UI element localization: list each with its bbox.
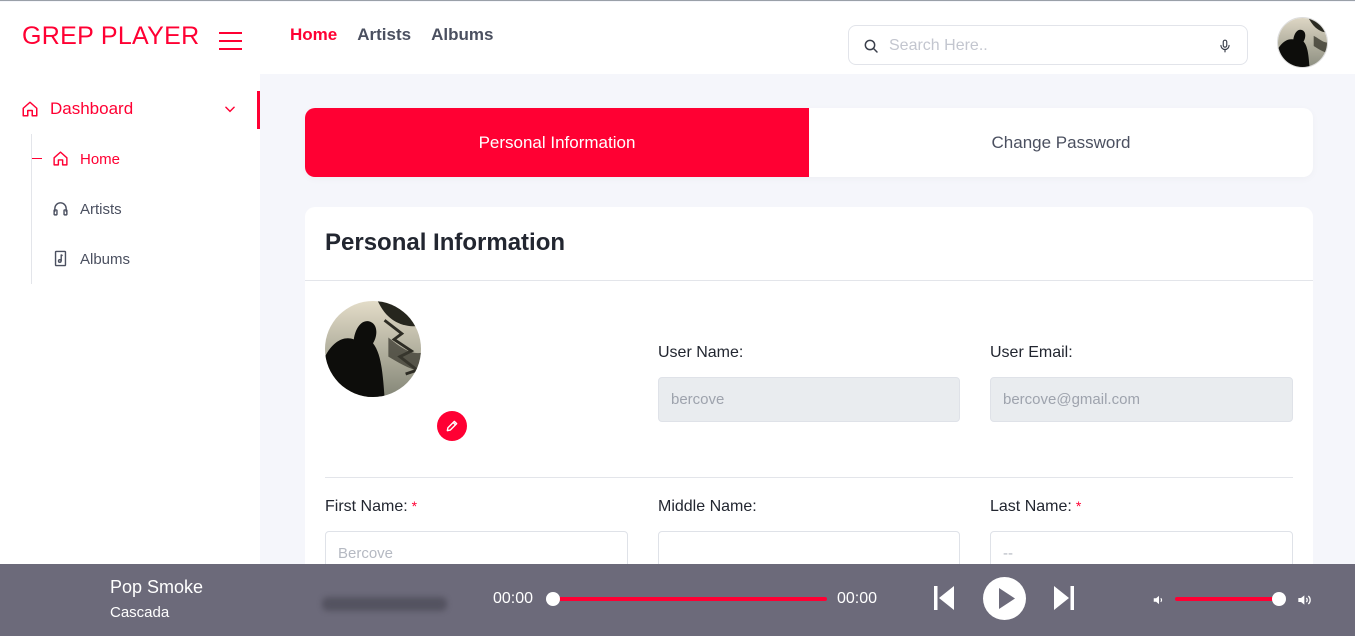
skip-previous-icon[interactable] [933,584,955,612]
sidebar-item-label: Home [80,151,121,168]
active-indicator [257,91,260,129]
hamburger-line [219,32,242,34]
nav-link-artists[interactable]: Artists [357,25,411,45]
user-email-label: User Email: [990,344,1073,361]
edit-avatar-button[interactable] [437,411,467,441]
track-title: Pop Smoke [110,577,204,597]
nav-link-home[interactable]: Home [290,25,337,45]
volume-high-icon[interactable] [1297,592,1313,608]
play-button[interactable] [983,577,1026,620]
sidebar-item-artists[interactable]: Artists [40,194,240,224]
tab-personal-information[interactable]: Personal Information [305,108,809,177]
music-file-icon [54,250,67,267]
menu-toggle-button[interactable] [219,32,242,50]
user-email-field [990,377,1293,422]
divider [305,280,1313,281]
progress-handle[interactable] [546,592,560,606]
tab-change-password[interactable]: Change Password [809,108,1313,177]
sidebar-item-albums[interactable]: Albums [40,244,240,274]
last-name-label: Last Name: * [990,498,1082,515]
user-name-field [658,377,960,422]
play-icon [999,588,1015,609]
card-title: Personal Information [325,229,566,256]
progress-bar[interactable] [553,597,827,601]
sidebar-item-label: Dashboard [50,99,134,118]
track-artist: Cascada [110,604,170,621]
nav-link-albums[interactable]: Albums [431,25,493,45]
hamburger-line [219,48,242,50]
divider [325,477,1293,478]
search-box [848,25,1248,65]
home-icon [53,151,68,166]
search-input[interactable] [889,34,1199,58]
sidebar: GREP PLAYER Dashboard Home Artists Album… [0,2,260,636]
volume-handle[interactable] [1272,592,1286,606]
home-icon [22,101,38,117]
top-bar: Home Artists Albums [260,2,1355,74]
required-marker: * [1075,498,1082,514]
volume-slider[interactable] [1175,597,1279,601]
user-avatar[interactable] [1277,17,1328,68]
profile-tabs: Personal Information Change Password [305,108,1313,177]
headphones-icon [53,202,68,216]
sidebar-item-home[interactable]: Home [32,144,240,174]
chevron-down-icon [225,106,235,113]
avatar-image [325,301,421,397]
current-time: 00:00 [493,590,534,607]
sidebar-item-dashboard[interactable]: Dashboard [0,90,260,128]
microphone-icon[interactable] [1218,38,1232,54]
pencil-icon [446,420,458,432]
total-time: 00:00 [837,590,878,607]
middle-name-label: Middle Name: [658,498,757,515]
search-icon [864,39,878,53]
sidebar-item-label: Albums [80,251,131,268]
avatar-image [1278,18,1327,67]
hamburger-line [219,40,242,42]
first-name-label: First Name: * [325,498,418,515]
sidebar-item-label: Artists [80,201,122,218]
brand-logo[interactable]: GREP PLAYER [22,22,199,51]
volume-low-icon[interactable] [1152,593,1166,607]
skip-next-icon[interactable] [1053,584,1075,612]
required-marker: * [411,498,418,514]
blurred-overlay [322,597,447,611]
user-name-label: User Name: [658,344,744,361]
top-nav: Home Artists Albums [290,25,493,45]
profile-avatar [325,301,421,397]
subtree-line [31,134,32,284]
music-player: Pop Smoke Cascada 00:00 00:00 [0,564,1355,636]
